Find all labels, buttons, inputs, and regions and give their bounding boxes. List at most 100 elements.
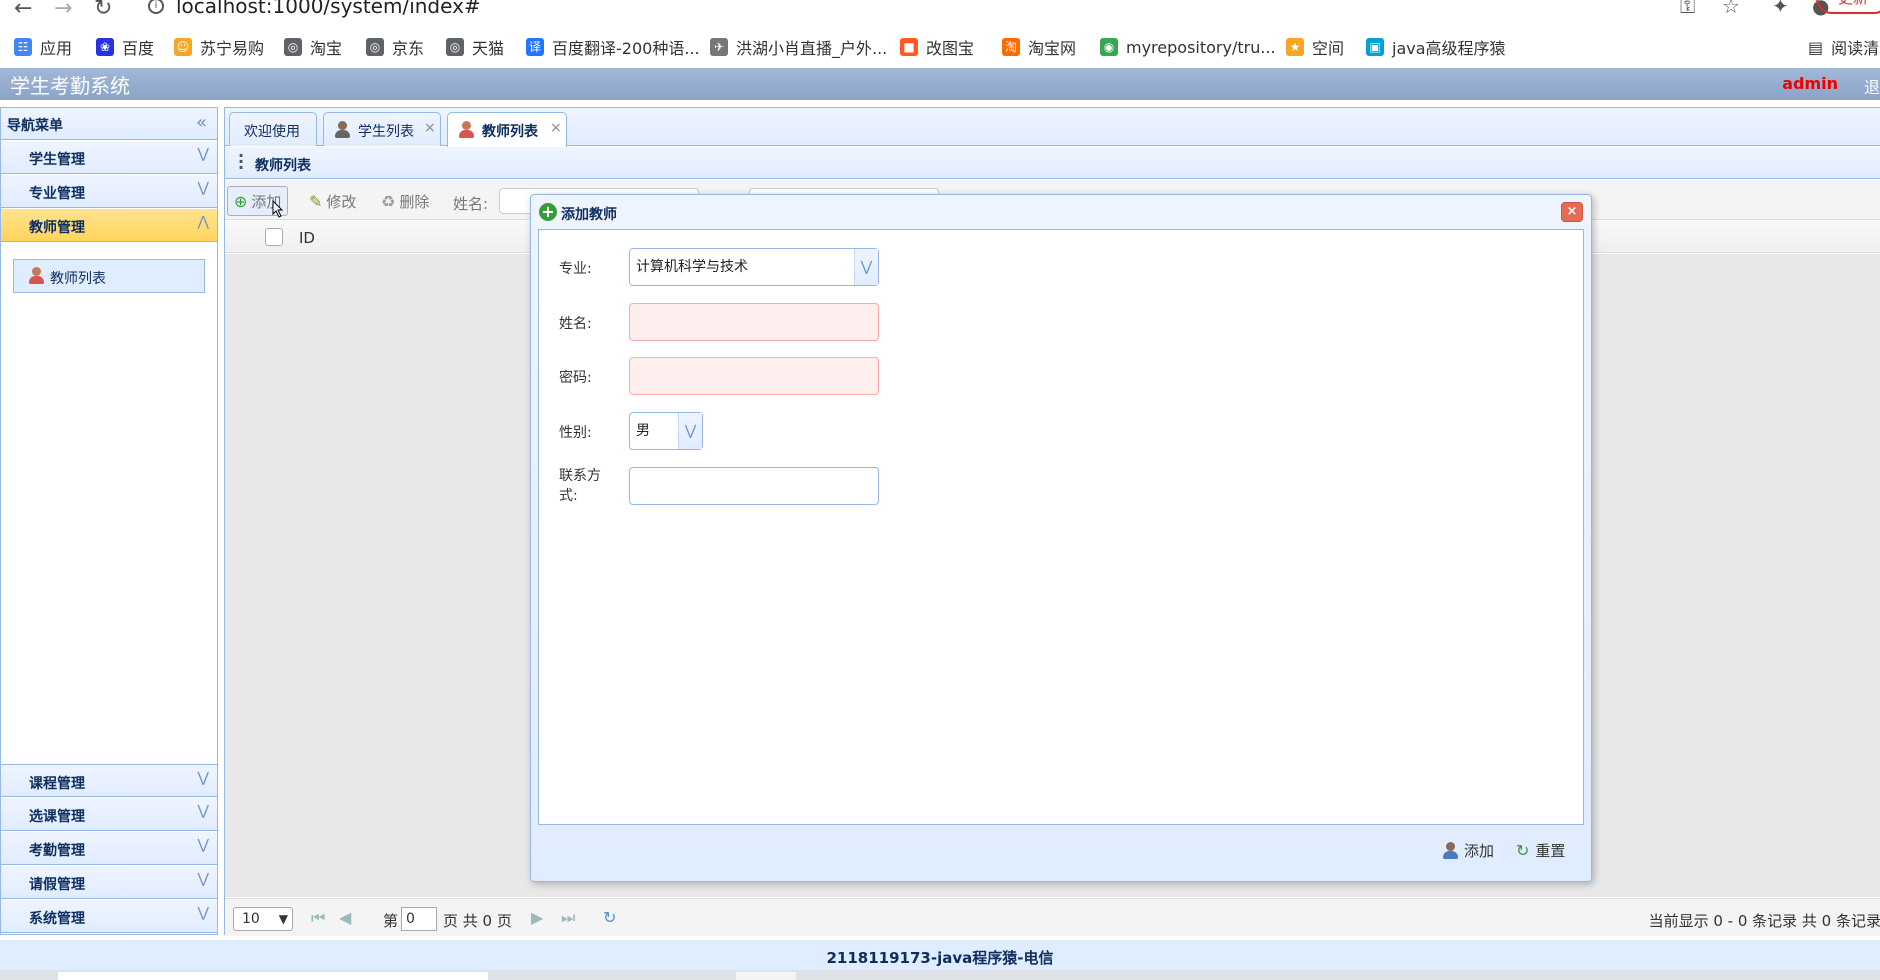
bookmark-label: 淘宝网 bbox=[1028, 39, 1077, 58]
collapse-left-icon[interactable]: « bbox=[196, 112, 207, 133]
bookmark-item[interactable]: ■ 改图宝 bbox=[900, 34, 974, 60]
taskbar-window[interactable] bbox=[736, 972, 796, 980]
bookmark-item[interactable]: ☺ 苏宁易购 bbox=[174, 34, 264, 60]
bookmark-item[interactable]: ❀ 百度 bbox=[96, 34, 154, 60]
password-input[interactable] bbox=[629, 357, 879, 395]
submit-add-button[interactable]: 添加 bbox=[1442, 840, 1494, 861]
bookmark-item[interactable]: ✈ 洪湖小肖直播_户外... bbox=[710, 34, 887, 60]
bookmark-label: 应用 bbox=[40, 39, 73, 58]
tab-student-list[interactable]: 学生列表 × bbox=[323, 112, 441, 146]
next-page-icon[interactable]: ▶ bbox=[531, 908, 543, 927]
chevron-down-icon[interactable]: ⋁ bbox=[854, 249, 878, 285]
pencil-icon: ✎ bbox=[309, 191, 323, 211]
expand-down-icon[interactable]: ⋁ bbox=[198, 180, 209, 196]
bookmark-item[interactable]: ◎ 淘宝 bbox=[284, 34, 342, 60]
page-prefix: 第 bbox=[383, 912, 399, 930]
star-icon[interactable]: ☆ bbox=[1722, 0, 1740, 18]
expand-down-icon[interactable]: ⋁ bbox=[198, 837, 209, 853]
taskbar-window[interactable] bbox=[58, 972, 488, 980]
tabs-bar: 欢迎使用 学生列表 × 教师列表 × bbox=[225, 108, 1880, 147]
footer-text: 2118119173-java程序猿-电信 bbox=[826, 949, 1054, 967]
qzone-icon: ★ bbox=[1286, 38, 1304, 56]
sidebar-item-label: 系统管理 bbox=[29, 911, 85, 927]
bookmark-label: 苏宁易购 bbox=[200, 39, 265, 58]
first-page-icon[interactable]: ⏮ bbox=[311, 908, 325, 928]
name-input[interactable] bbox=[629, 303, 879, 341]
close-tab-icon[interactable]: × bbox=[550, 120, 562, 136]
sidebar-item-teacher-management[interactable]: 教师管理 ⋀ bbox=[1, 209, 217, 242]
gender-label: 性别: bbox=[559, 425, 592, 441]
reset-button[interactable]: ↻ 重置 bbox=[1516, 840, 1565, 861]
major-select[interactable]: 计算机科学与技术 ⋁ bbox=[629, 248, 879, 286]
key-icon[interactable]: ⚿ bbox=[1680, 0, 1695, 18]
bookmark-item[interactable]: ◎ 京东 bbox=[366, 34, 424, 60]
expand-down-icon[interactable]: ⋁ bbox=[198, 803, 209, 819]
lion-icon: ☺ bbox=[174, 38, 192, 56]
extensions-icon[interactable]: ✦ bbox=[1772, 0, 1789, 18]
refresh-icon[interactable]: ↻ bbox=[603, 908, 616, 927]
collapse-up-icon[interactable]: ⋀ bbox=[198, 214, 209, 230]
bookmark-item[interactable]: ▣ java高级程序猿 bbox=[1366, 34, 1506, 60]
major-label: 专业: bbox=[559, 261, 592, 277]
page-size-select[interactable]: 10 ▼ bbox=[233, 907, 293, 931]
expand-down-icon[interactable]: ⋁ bbox=[198, 871, 209, 887]
address-bar-url[interactable]: localhost:1000/system/index# bbox=[176, 0, 481, 18]
sidebar-item-major-management[interactable]: 专业管理 ⋁ bbox=[1, 175, 217, 208]
sidebar-subitem-label: 教师列表 bbox=[50, 271, 106, 287]
tab-teacher-list[interactable]: 教师列表 × bbox=[447, 112, 567, 147]
sidebar-title: 导航菜单 bbox=[7, 118, 63, 134]
bookmark-item[interactable]: ★ 空间 bbox=[1286, 34, 1344, 60]
sidebar-item-student-management[interactable]: 学生管理 ⋁ bbox=[1, 141, 217, 174]
delete-button[interactable]: ♻ 删除 bbox=[381, 186, 429, 216]
sidebar-item-attendance-management[interactable]: 考勤管理 ⋁ bbox=[1, 832, 217, 865]
browser-actions: ⚿ ☆ ✦ ● 更新 bbox=[1680, 0, 1880, 20]
chrome-icon: ◉ bbox=[1100, 38, 1118, 56]
app-title: 学生考勤系统 bbox=[10, 74, 130, 98]
site-info-icon[interactable]: i bbox=[148, 0, 164, 14]
student-icon bbox=[334, 121, 350, 139]
tab-label: 教师列表 bbox=[482, 124, 538, 140]
tab-welcome[interactable]: 欢迎使用 bbox=[229, 112, 317, 146]
current-user[interactable]: admin bbox=[1782, 74, 1838, 93]
page-number-input[interactable]: 0 bbox=[401, 907, 437, 931]
footer: 2118119173-java程序猿-电信 bbox=[0, 940, 1880, 970]
select-all-checkbox[interactable] bbox=[265, 228, 283, 246]
bookmark-item[interactable]: 译百度翻译-200种语... bbox=[526, 34, 700, 60]
bookmark-item[interactable]: ☷ 应用 bbox=[14, 34, 72, 60]
translate-icon: 译 bbox=[526, 38, 544, 56]
sidebar-item-leave-management[interactable]: 请假管理 ⋁ bbox=[1, 866, 217, 899]
forward-arrow-icon[interactable]: → bbox=[54, 0, 72, 21]
expand-down-icon[interactable]: ⋁ bbox=[198, 905, 209, 921]
contact-input[interactable] bbox=[629, 467, 879, 505]
chevron-down-icon[interactable]: ⋁ bbox=[678, 413, 702, 449]
prev-page-icon[interactable]: ◀ bbox=[339, 908, 351, 927]
bookmark-item[interactable]: 淘淘宝网 bbox=[1002, 34, 1076, 60]
trash-icon: ♻ bbox=[381, 191, 396, 211]
sidebar-item-course-management[interactable]: 课程管理 ⋁ bbox=[1, 764, 217, 797]
dialog-header: + 添加教师 × bbox=[531, 195, 1591, 229]
edit-button[interactable]: ✎ 修改 bbox=[309, 186, 356, 216]
column-header-id[interactable]: ID bbox=[299, 229, 315, 247]
expand-down-icon[interactable]: ⋁ bbox=[198, 770, 209, 786]
contact-label: 联系方式: bbox=[559, 468, 601, 504]
reading-list-icon: ▤ bbox=[1808, 37, 1824, 57]
reading-list[interactable]: ▤ 阅读清 bbox=[1808, 34, 1879, 60]
reload-icon[interactable]: ↻ bbox=[94, 0, 112, 21]
sidebar-item-system-management[interactable]: 系统管理 ⋁ bbox=[1, 900, 217, 933]
bookmark-label: 空间 bbox=[1312, 39, 1345, 58]
back-arrow-icon[interactable]: ← bbox=[14, 0, 32, 21]
update-button[interactable]: 更新 bbox=[1816, 0, 1880, 14]
bookmark-item[interactable]: ◎ 天猫 bbox=[446, 34, 504, 60]
sidebar-subitem-teacher-list[interactable]: 教师列表 bbox=[13, 259, 205, 293]
tab-label: 学生列表 bbox=[358, 124, 414, 140]
gender-select[interactable]: 男 ⋁ bbox=[629, 412, 703, 450]
sidebar-item-course-selection[interactable]: 选课管理 ⋁ bbox=[1, 798, 217, 831]
close-tab-icon[interactable]: × bbox=[424, 120, 436, 136]
refresh-icon: ↻ bbox=[1516, 841, 1530, 860]
logout-link[interactable]: 退出 bbox=[1864, 74, 1880, 98]
close-dialog-button[interactable]: × bbox=[1561, 202, 1583, 222]
last-page-icon[interactable]: ⏭ bbox=[561, 908, 575, 928]
bookmark-item[interactable]: ◉ myrepository/tru... bbox=[1100, 34, 1276, 60]
address-bar-row: ← → ↻ i localhost:1000/system/index# ⚿ ☆… bbox=[0, 0, 1880, 22]
expand-down-icon[interactable]: ⋁ bbox=[198, 146, 209, 162]
